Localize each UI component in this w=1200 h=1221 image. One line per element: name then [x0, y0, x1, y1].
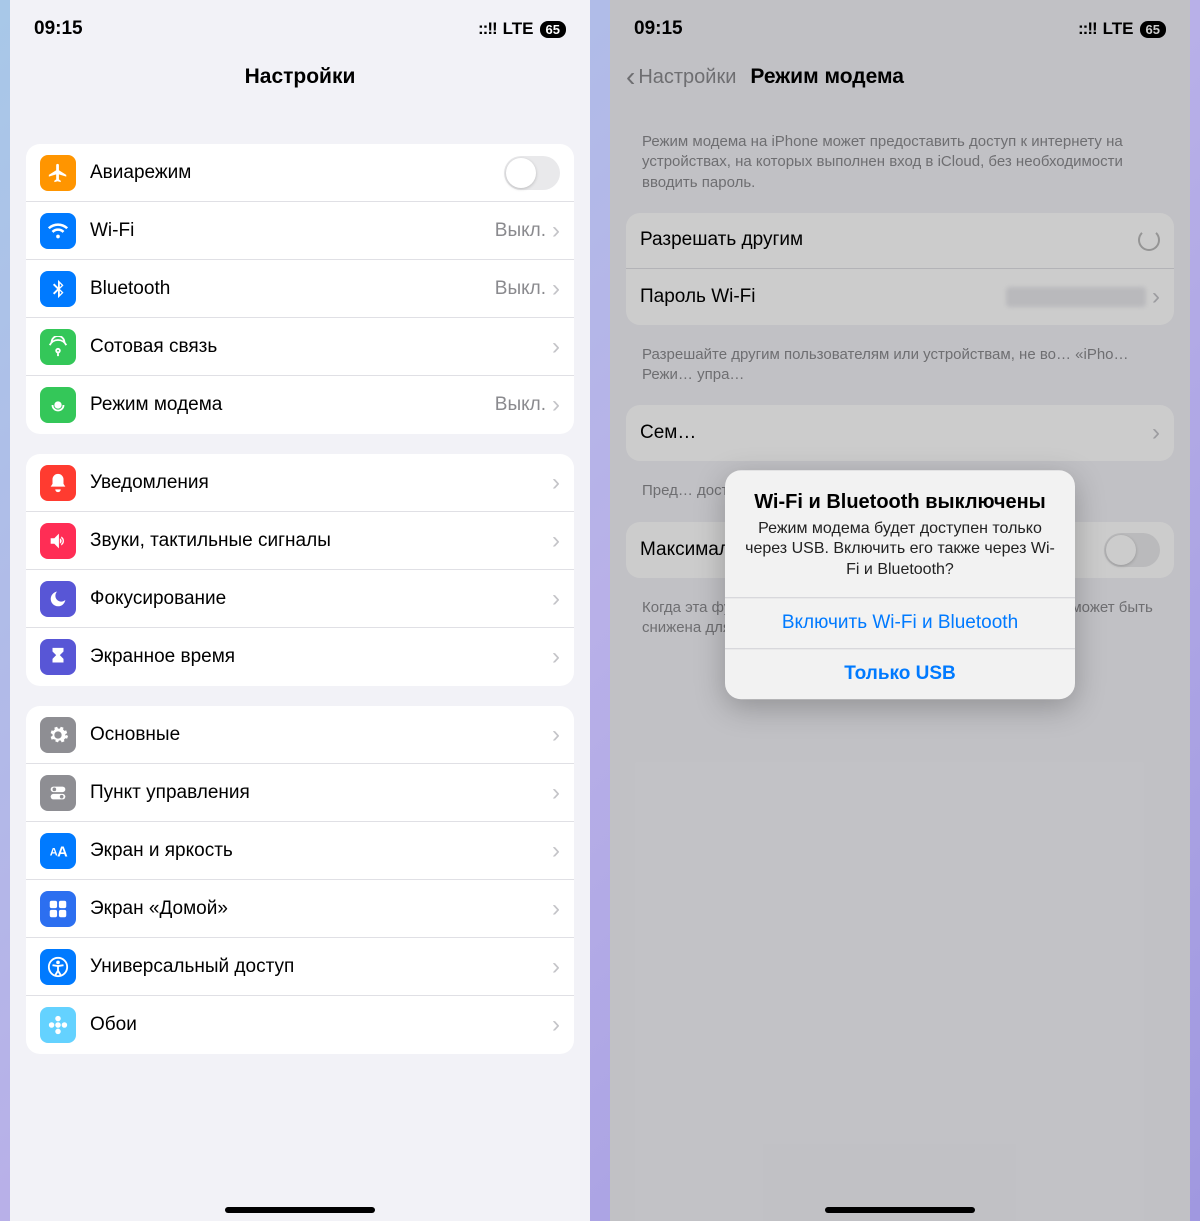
- chevron-right-icon: ›: [552, 837, 560, 865]
- settings-row-airplane: Авиарежим: [26, 144, 574, 202]
- settings-row-aa[interactable]: AA Экран и яркость›: [26, 822, 574, 880]
- settings-row-wifi[interactable]: Wi-FiВыкл. ›: [26, 202, 574, 260]
- battery-icon: 65: [540, 21, 566, 38]
- row-label: Сотовая связь: [90, 336, 552, 358]
- accessibility-icon: [40, 949, 76, 985]
- chevron-right-icon: ›: [552, 333, 560, 361]
- airplane-icon: [40, 155, 76, 191]
- chevron-right-icon: ›: [552, 1011, 560, 1039]
- chevron-right-icon: ›: [552, 779, 560, 807]
- settings-row-hourglass[interactable]: Экранное время›: [26, 628, 574, 686]
- svg-text:A: A: [57, 844, 68, 860]
- alert-dialog: Wi-Fi и Bluetooth выключены Режим модема…: [725, 470, 1075, 699]
- row-label: Режим модема: [90, 394, 495, 416]
- row-label: Wi-Fi: [90, 220, 495, 242]
- settings-list[interactable]: АвиарежимWi-FiВыкл.›BluetoothВыкл.›Сотов…: [10, 104, 590, 1221]
- gear-icon: [40, 717, 76, 753]
- carrier-label: LTE: [503, 19, 534, 39]
- settings-row-cellular[interactable]: Сотовая связь›: [26, 318, 574, 376]
- row-label: Основные: [90, 724, 552, 746]
- chevron-right-icon: ›: [552, 217, 560, 245]
- bluetooth-icon: [40, 271, 76, 307]
- status-bar: 09:15 ::!! LTE 65: [10, 0, 590, 54]
- flower-icon: [40, 1007, 76, 1043]
- row-label: Экран «Домой»: [90, 898, 552, 920]
- toggle-switch[interactable]: [504, 156, 560, 190]
- settings-row-gear[interactable]: Основные›: [26, 706, 574, 764]
- wifi-icon: [40, 213, 76, 249]
- settings-section-0: АвиарежимWi-FiВыкл.›BluetoothВыкл.›Сотов…: [26, 144, 574, 434]
- settings-row-grid[interactable]: Экран «Домой»›: [26, 880, 574, 938]
- row-label: Экран и яркость: [90, 840, 552, 862]
- signal-icon: ::!!: [478, 19, 497, 39]
- row-label: Звуки, тактильные сигналы: [90, 530, 552, 552]
- settings-section-2: Основные›Пункт управления›AAЭкран и ярко…: [26, 706, 574, 1054]
- cellular-icon: [40, 329, 76, 365]
- settings-row-accessibility[interactable]: Универсальный доступ›: [26, 938, 574, 996]
- aa-icon: AA: [40, 833, 76, 869]
- chevron-right-icon: ›: [552, 895, 560, 923]
- chevron-right-icon: ›: [552, 953, 560, 981]
- settings-row-speaker[interactable]: Звуки, тактильные сигналы›: [26, 512, 574, 570]
- row-label: Пункт управления: [90, 782, 552, 804]
- home-indicator[interactable]: [225, 1207, 375, 1213]
- chevron-right-icon: ›: [552, 585, 560, 613]
- chevron-right-icon: ›: [552, 275, 560, 303]
- row-label: Bluetooth: [90, 278, 495, 300]
- settings-row-moon[interactable]: Фокусирование›: [26, 570, 574, 628]
- row-value: Выкл.: [495, 220, 546, 242]
- hourglass-icon: [40, 639, 76, 675]
- chevron-right-icon: ›: [552, 391, 560, 419]
- row-label: Авиарежим: [90, 162, 504, 184]
- settings-row-hotspot[interactable]: Режим модемаВыкл. ›: [26, 376, 574, 434]
- speaker-icon: [40, 523, 76, 559]
- bell-icon: [40, 465, 76, 501]
- status-right: ::!! LTE 65: [478, 19, 566, 39]
- settings-screen: 09:15 ::!! LTE 65 Настройки АвиарежимWi-…: [10, 0, 590, 1221]
- row-label: Уведомления: [90, 472, 552, 494]
- alert-title: Wi-Fi и Bluetooth выключены: [743, 490, 1057, 515]
- row-label: Экранное время: [90, 646, 552, 668]
- settings-row-switches[interactable]: Пункт управления›: [26, 764, 574, 822]
- settings-row-flower[interactable]: Обои›: [26, 996, 574, 1054]
- switches-icon: [40, 775, 76, 811]
- page-title: Настройки: [10, 65, 590, 89]
- status-time: 09:15: [34, 18, 83, 40]
- settings-section-1: Уведомления›Звуки, тактильные сигналы›Фо…: [26, 454, 574, 686]
- alert-message: Режим модема будет доступен только через…: [743, 519, 1057, 581]
- chevron-right-icon: ›: [552, 527, 560, 555]
- row-value: Выкл.: [495, 394, 546, 416]
- settings-row-bell[interactable]: Уведомления›: [26, 454, 574, 512]
- moon-icon: [40, 581, 76, 617]
- grid-icon: [40, 891, 76, 927]
- row-value: Выкл.: [495, 278, 546, 300]
- alert-enable-button[interactable]: Включить Wi-Fi и Bluetooth: [725, 597, 1075, 648]
- row-label: Универсальный доступ: [90, 956, 552, 978]
- chevron-right-icon: ›: [552, 721, 560, 749]
- hotspot-icon: [40, 387, 76, 423]
- row-label: Обои: [90, 1014, 552, 1036]
- chevron-right-icon: ›: [552, 469, 560, 497]
- row-label: Фокусирование: [90, 588, 552, 610]
- chevron-right-icon: ›: [552, 643, 560, 671]
- settings-row-bluetooth[interactable]: BluetoothВыкл. ›: [26, 260, 574, 318]
- hotspot-screen: 09:15 ::!! LTE 65 ‹ Настройки Режим моде…: [610, 0, 1190, 1221]
- alert-usb-button[interactable]: Только USB: [725, 648, 1075, 699]
- nav-header: Настройки: [10, 54, 590, 104]
